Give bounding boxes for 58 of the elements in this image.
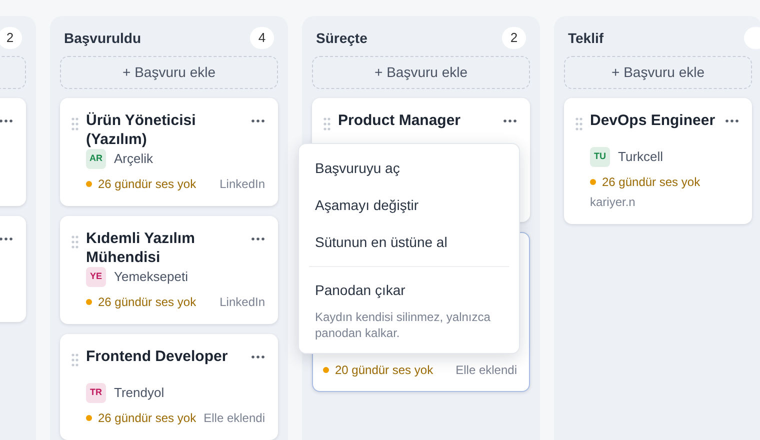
source-label: LinkedIn bbox=[220, 294, 265, 311]
application-card[interactable]: Kıdemli Yazılım Mühendisi YE Yemeksepeti 26 gündür ses yok LinkedIn bbox=[60, 216, 278, 324]
drag-handle-icon[interactable] bbox=[71, 235, 79, 249]
company-avatar: TU bbox=[590, 147, 610, 167]
column-title: Başvuruldu bbox=[64, 28, 142, 48]
count-badge: 2 bbox=[0, 27, 22, 49]
company-name: Arçelik bbox=[114, 150, 154, 168]
column-title: Teklif bbox=[568, 28, 604, 48]
status-text: 26 gündür ses yok bbox=[98, 410, 196, 427]
card-title: Frontend Developer bbox=[86, 347, 228, 367]
card-title: Product Manager bbox=[338, 111, 461, 131]
add-application-button[interactable]: + Başvuru ekle bbox=[564, 56, 752, 89]
add-application-button[interactable]: + Başvuru ekle bbox=[60, 56, 278, 89]
more-options-icon[interactable] bbox=[725, 119, 739, 123]
status-dot bbox=[590, 179, 596, 185]
card-title: Ürün Yöneticisi (Yazılım) bbox=[86, 111, 197, 149]
source-label: Elle eklendi bbox=[204, 410, 265, 427]
column-title: Süreçte bbox=[316, 28, 368, 48]
status-text: 20 gündür ses yok bbox=[335, 362, 434, 379]
status-text: 26 gündür ses yok bbox=[602, 174, 700, 191]
source-label: Elle eklendi bbox=[456, 362, 517, 379]
status-dot bbox=[323, 367, 329, 373]
more-options-icon[interactable] bbox=[251, 237, 265, 241]
card-title: DevOps Engineer bbox=[590, 111, 716, 131]
more-options-icon[interactable] bbox=[0, 237, 13, 241]
count-badge: 2 bbox=[502, 27, 526, 49]
status-dot bbox=[86, 415, 92, 421]
drag-handle-icon[interactable] bbox=[71, 353, 79, 367]
menu-item[interactable]: Başvuruyu aç bbox=[299, 150, 519, 187]
count-badge: 4 bbox=[250, 27, 274, 49]
menu-item-description: Kaydın kendisi silinmez, yalnızca panodan kalkar. bbox=[314, 309, 492, 342]
more-options-icon[interactable] bbox=[251, 119, 265, 123]
drag-handle-icon[interactable] bbox=[323, 117, 331, 131]
card-title: Kıdemli Yazılım Mühendisi bbox=[86, 229, 196, 267]
application-card[interactable]: DevOps Engineer TU Turkcell 26 gündür ses yok kariyer.n bbox=[564, 98, 752, 224]
source-label: kariyer.n bbox=[590, 194, 636, 211]
more-options-icon[interactable] bbox=[251, 355, 265, 359]
status-text: 26 gündür ses yok bbox=[98, 294, 196, 311]
company-avatar: TR bbox=[86, 383, 106, 403]
more-options-icon[interactable] bbox=[0, 119, 13, 123]
more-options-icon[interactable] bbox=[503, 119, 517, 123]
status-dot bbox=[86, 181, 92, 187]
drag-handle-icon[interactable] bbox=[575, 117, 583, 131]
application-card[interactable]: Ürün Yöneticisi (Yazılım) AR Arçelik 26 gündür ses yok LinkedIn bbox=[60, 98, 278, 206]
company-avatar: YE bbox=[86, 267, 106, 287]
company-name: Trendyol bbox=[114, 384, 164, 402]
source-label: LinkedIn bbox=[220, 176, 265, 193]
menu-item[interactable]: Panodan çıkar bbox=[299, 272, 519, 309]
company-avatar: AR bbox=[86, 149, 106, 169]
menu-item[interactable]: Sütunun en üstüne al bbox=[299, 224, 519, 261]
add-application-button[interactable]: + Başvuru ekle bbox=[312, 56, 530, 89]
drag-handle-icon[interactable] bbox=[71, 117, 79, 131]
company-name: Yemeksepeti bbox=[114, 268, 188, 286]
menu-item[interactable]: Aşamayı değiştir bbox=[299, 187, 519, 224]
company-name: Turkcell bbox=[618, 148, 664, 166]
application-card[interactable]: Frontend Developer TR Trendyol 26 gündür ses yok Elle eklendi bbox=[60, 334, 278, 440]
status-text: 26 gündür ses yok bbox=[98, 176, 196, 193]
status-dot bbox=[86, 299, 92, 305]
